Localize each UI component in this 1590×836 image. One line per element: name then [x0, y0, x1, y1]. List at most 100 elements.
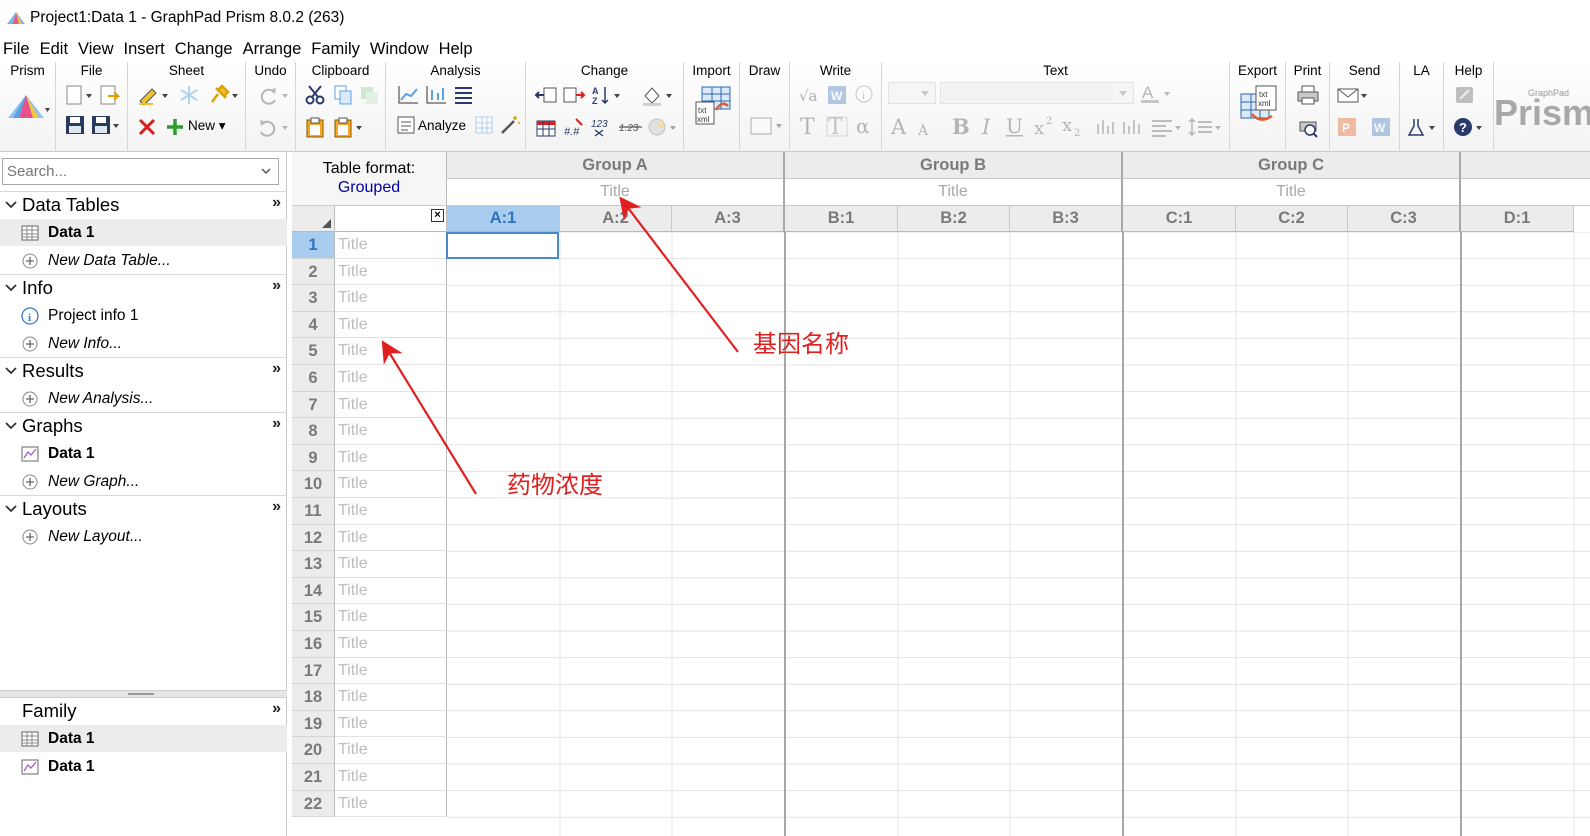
group-title-c[interactable]: Title [1123, 179, 1461, 206]
greek-symbol-icon[interactable]: α [854, 114, 876, 138]
row-header[interactable]: 18 [292, 684, 335, 711]
align-text-icon[interactable] [1150, 116, 1184, 138]
paste-special-icon[interactable] [358, 84, 380, 106]
row-title-cell[interactable]: Title [335, 285, 447, 312]
nav-item-new-analysis[interactable]: New Analysis... [0, 385, 287, 412]
table-format-box[interactable]: Table format: Grouped [292, 152, 447, 206]
family-item-table[interactable]: Data 1 [0, 725, 287, 752]
row-header[interactable]: 5 [292, 338, 335, 365]
bold-icon[interactable]: B [950, 114, 972, 138]
grow-font-icon[interactable]: A [890, 114, 912, 138]
text-box-icon[interactable]: T [826, 114, 848, 138]
char-spacing-up-icon[interactable] [1094, 116, 1118, 138]
row-title-cell[interactable]: Title [335, 631, 447, 658]
help-icon[interactable]: ? [1452, 116, 1488, 138]
column-header-a1[interactable]: A:1 [447, 206, 560, 232]
active-cell[interactable] [446, 232, 559, 259]
menu-change[interactable]: Change [175, 40, 233, 59]
section-info[interactable]: Info » [0, 274, 287, 300]
nav-item-graph-data1[interactable]: Data 1 [0, 440, 287, 467]
column-header-a2[interactable]: A:2 [560, 206, 672, 232]
font-color-icon[interactable]: A [1140, 82, 1176, 104]
row-header[interactable]: 10 [292, 471, 335, 498]
equation-icon[interactable]: √a [798, 84, 820, 106]
delete-sheet-icon[interactable] [136, 116, 158, 138]
chevron-down-icon[interactable] [0, 366, 22, 376]
freeze-icon[interactable] [178, 84, 200, 106]
row-title-cell[interactable]: Title [335, 471, 447, 498]
lab-archive-icon[interactable] [1406, 116, 1440, 138]
splitter-grip-icon[interactable] [128, 693, 154, 695]
pin-icon[interactable] [206, 84, 240, 106]
row-header[interactable]: 3 [292, 285, 335, 312]
paste-icon[interactable] [304, 116, 326, 138]
row-title-cell[interactable]: Title [335, 524, 447, 552]
results-list-icon[interactable] [452, 84, 476, 106]
row-title-cell[interactable]: Title [335, 710, 447, 738]
row-title-cell[interactable]: Title [335, 684, 447, 711]
row-title-cell[interactable]: Title [335, 311, 447, 339]
family-item-graph[interactable]: Data 1 [0, 753, 287, 780]
text-tool-icon[interactable]: T [798, 114, 820, 138]
row-header[interactable]: 17 [292, 657, 335, 685]
navigator-splitter[interactable] [0, 690, 287, 698]
save-icon[interactable] [64, 114, 86, 136]
row-title-cell[interactable]: Title [335, 577, 447, 605]
superscript-icon[interactable]: x2 [1032, 114, 1058, 138]
magic-wand-icon[interactable] [498, 114, 520, 136]
row-title-cell[interactable]: Title [335, 737, 447, 764]
menu-family[interactable]: Family [311, 40, 360, 59]
row-title-cell[interactable]: Title [335, 232, 447, 259]
search-dropdown-icon[interactable] [260, 165, 272, 177]
section-more-icon[interactable]: » [272, 277, 281, 295]
decimal-format-icon[interactable]: 123 [590, 116, 616, 138]
group-title-d[interactable] [1461, 179, 1590, 206]
line-spacing-icon[interactable] [1188, 116, 1224, 138]
nav-item-new-info[interactable]: New Info... [0, 330, 287, 357]
row-title-cell[interactable]: Title [335, 391, 447, 419]
close-icon[interactable]: × [431, 209, 444, 222]
info-note-icon[interactable]: i [854, 84, 876, 106]
row-title-cell[interactable]: Title [335, 258, 447, 286]
paste-dropdown-icon[interactable] [332, 116, 366, 138]
prism-menu-icon[interactable] [6, 92, 50, 122]
row-header[interactable]: 15 [292, 604, 335, 631]
section-more-icon[interactable]: » [272, 700, 281, 718]
row-header[interactable]: 12 [292, 524, 335, 552]
shrink-font-icon[interactable]: A [916, 118, 934, 138]
chevron-down-icon[interactable] [0, 504, 22, 514]
fill-color-icon[interactable] [640, 84, 676, 106]
cut-icon[interactable] [304, 84, 326, 106]
row-header[interactable]: 6 [292, 365, 335, 392]
redo-icon[interactable] [256, 84, 290, 106]
row-title-cell[interactable]: Title [335, 365, 447, 392]
sort-az-icon[interactable]: AZ [590, 84, 624, 106]
row-title-cell[interactable]: Title [335, 764, 447, 791]
italic-icon[interactable]: I [978, 114, 1000, 138]
chevron-down-icon[interactable] [0, 421, 22, 431]
undo-icon[interactable] [256, 116, 290, 138]
powerpoint-icon[interactable]: P [1336, 116, 1358, 138]
section-more-icon[interactable]: » [272, 194, 281, 212]
row-title-cell[interactable]: Title [335, 444, 447, 472]
row-title-cell[interactable]: Title [335, 604, 447, 631]
section-more-icon[interactable]: » [272, 360, 281, 378]
column-header-b2[interactable]: B:2 [898, 206, 1010, 232]
menu-help[interactable]: Help [439, 40, 473, 59]
font-name-select[interactable] [940, 82, 1134, 104]
section-results[interactable]: Results » [0, 357, 287, 383]
export-icon[interactable]: txt xml [1238, 84, 1280, 128]
data-grid[interactable] [447, 232, 1590, 836]
section-more-icon[interactable]: » [272, 415, 281, 433]
column-header-a3[interactable]: A:3 [672, 206, 785, 232]
row-header[interactable]: 2 [292, 258, 335, 286]
underline-icon[interactable]: U [1004, 114, 1026, 138]
subscript-icon[interactable]: x2 [1060, 114, 1086, 138]
group-header-b[interactable]: Group B [785, 152, 1123, 179]
menu-edit[interactable]: Edit [40, 40, 68, 59]
row-header[interactable]: 20 [292, 737, 335, 764]
search-input[interactable] [3, 159, 253, 184]
print-icon[interactable] [1296, 84, 1320, 106]
new-sheet-button[interactable]: New ▾ [188, 118, 226, 134]
group-header-a[interactable]: Group A [447, 152, 785, 179]
